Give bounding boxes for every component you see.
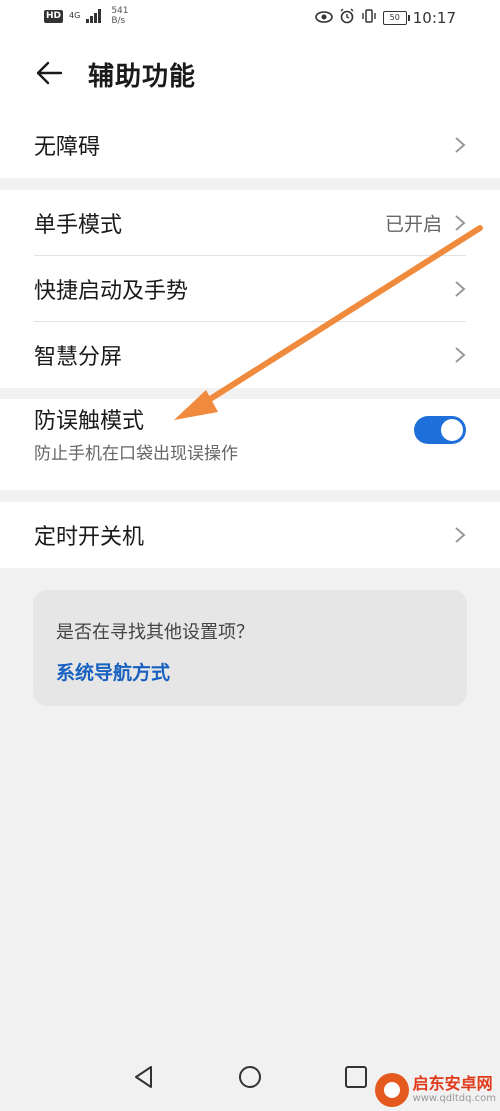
row-accessibility[interactable]: 无障碍 [0,112,500,178]
status-right: 50 10:17 [314,8,456,28]
chevron-right-icon [455,215,466,231]
network-speed-unit: B/s [111,16,126,26]
group-scheduled: 定时开关机 [0,502,500,568]
toggle-knob [441,419,463,441]
network-speed: 541 B/s [111,6,128,26]
row-status-value: 已开启 [384,213,442,236]
eye-comfort-icon [314,9,333,27]
chevron-right-icon [455,347,466,363]
row-pocket-mode[interactable]: 防误触模式 防止手机在口袋出现误操作 [0,385,500,476]
watermark: 启东安卓网 www.qdltdq.com [374,1073,496,1107]
vibrate-icon [361,8,377,28]
watermark-name: 启东安卓网 [412,1074,493,1093]
row-scheduled-power[interactable]: 定时开关机 [0,502,500,568]
clock: 10:17 [412,9,456,27]
row-label: 无障碍 [34,135,101,160]
app-header: 辅助功能 [0,36,500,112]
watermark-logo-icon [374,1073,409,1107]
network-speed-value: 541 [111,6,129,16]
status-bar: HD 4G 541 B/s 50 10:17 [0,0,500,36]
row-label: 快捷启动及手势 [34,279,189,304]
row-label: 定时开关机 [34,525,145,550]
row-subtitle: 防止手机在口袋出现误操作 [34,444,238,464]
status-left: HD 4G 541 B/s [44,6,129,26]
group-pocket-mode: 防误触模式 防止手机在口袋出现误操作 [0,399,500,490]
group-accessibility: 无障碍 [0,112,500,178]
signal-icon [86,9,102,23]
row-label: 防误触模式 [34,409,145,434]
watermark-url: www.qdltdq.com [412,1093,496,1104]
pocket-mode-toggle[interactable] [414,416,466,444]
hd-badge: HD [44,9,64,23]
row-quick-launch[interactable]: 快捷启动及手势 [0,256,500,322]
nav-home-icon[interactable] [235,1062,265,1092]
nav-recents-icon[interactable] [341,1062,371,1092]
network-type: 4G [69,11,81,20]
row-label: 单手模式 [34,213,123,238]
row-split-screen[interactable]: 智慧分屏 [0,322,500,388]
alarm-icon [339,8,355,28]
group-gestures: 单手模式 已开启 快捷启动及手势 智慧分屏 [0,190,500,388]
page-title: 辅助功能 [88,62,197,92]
system-navigation-link[interactable]: 系统导航方式 [56,658,170,685]
suggestion-card: 是否在寻找其他设置项？ 系统导航方式 [33,590,467,706]
row-one-hand-mode[interactable]: 单手模式 已开启 [0,190,500,256]
suggestion-question: 是否在寻找其他设置项？ [56,622,254,643]
battery-icon: 50 [382,11,410,25]
chevron-right-icon [455,527,466,543]
chevron-right-icon [455,281,466,297]
nav-back-icon[interactable] [129,1062,159,1092]
back-arrow-icon[interactable] [34,58,64,88]
chevron-right-icon [455,137,466,153]
row-label: 智慧分屏 [34,345,123,370]
